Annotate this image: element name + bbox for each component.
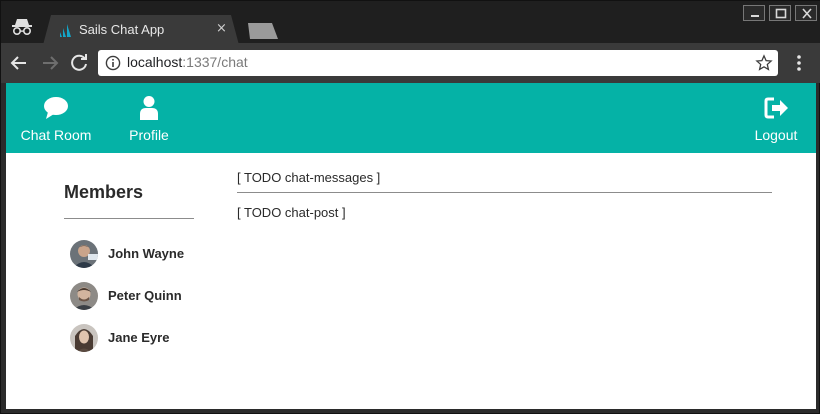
sign-out-icon	[764, 97, 788, 119]
info-icon[interactable]	[105, 55, 121, 71]
chat-post-placeholder: [ TODO chat-post ]	[237, 205, 346, 220]
avatar	[70, 240, 98, 268]
tab-close-button[interactable]: ×	[216, 21, 227, 36]
members-heading: Members	[64, 182, 144, 202]
chat-messages-placeholder: [ TODO chat-messages ]	[237, 170, 381, 185]
browser-window: Sails Chat App × localhost:1337/chat Cha…	[0, 0, 820, 414]
member-name: Peter Quinn	[108, 288, 182, 303]
window-maximize-button[interactable]	[769, 5, 791, 21]
user-icon	[140, 96, 158, 120]
nav-chat-room-label: Chat Room	[20, 127, 92, 143]
member-name: Jane Eyre	[108, 330, 170, 345]
url-path: :1337/chat	[182, 54, 248, 70]
incognito-icon	[12, 19, 32, 36]
close-icon	[802, 8, 812, 19]
maximize-icon	[775, 8, 787, 19]
browser-menu-icon[interactable]	[791, 53, 807, 73]
avatar	[70, 324, 98, 352]
app-navbar: Chat Room Profile Logout	[6, 83, 816, 153]
reload-icon[interactable]	[67, 51, 91, 75]
url-host: localhost	[127, 54, 183, 70]
nav-profile-label: Profile	[129, 127, 169, 143]
new-tab-button[interactable]	[248, 23, 278, 39]
forward-arrow-icon[interactable]	[38, 51, 62, 75]
nav-logout[interactable]: Logout	[750, 83, 802, 153]
sails-favicon-icon	[60, 24, 71, 37]
members-divider	[64, 218, 194, 219]
address-bar[interactable]: localhost:1337/chat	[98, 50, 778, 76]
url-text[interactable]: localhost:1337/chat	[127, 54, 248, 70]
avatar	[70, 282, 98, 310]
browser-toolbar: localhost:1337/chat	[1, 43, 820, 83]
nav-logout-label: Logout	[754, 127, 798, 143]
comment-icon	[44, 97, 68, 119]
window-close-button[interactable]	[795, 5, 817, 21]
page-content: Chat Room Profile Logout Members John Wa…	[6, 83, 816, 409]
chat-divider	[237, 192, 772, 193]
back-arrow-icon[interactable]	[7, 51, 31, 75]
minimize-icon	[751, 15, 759, 17]
window-minimize-button[interactable]	[743, 5, 765, 21]
tab-title: Sails Chat App	[79, 22, 165, 37]
browser-tab-active[interactable]: Sails Chat App ×	[43, 15, 239, 45]
member-name: John Wayne	[108, 246, 185, 261]
browser-titlebar: Sails Chat App ×	[1, 1, 820, 45]
nav-chat-room[interactable]: Chat Room	[18, 83, 94, 153]
nav-profile[interactable]: Profile	[124, 83, 174, 153]
bookmark-star-icon[interactable]	[755, 54, 773, 72]
